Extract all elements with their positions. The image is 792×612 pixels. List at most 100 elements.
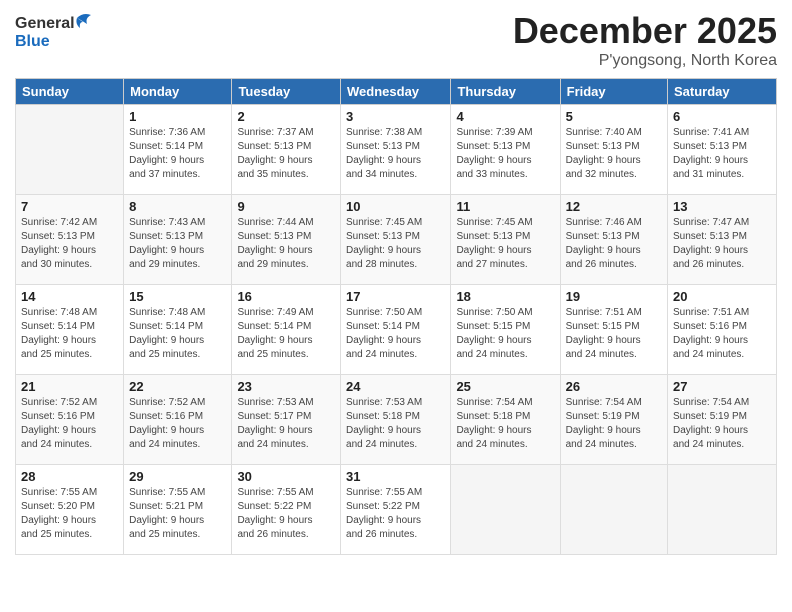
- day-number: 14: [21, 289, 118, 304]
- day-number: 13: [673, 199, 771, 214]
- day-info: Sunrise: 7:42 AM Sunset: 5:13 PM Dayligh…: [21, 216, 118, 272]
- day-number: 29: [129, 469, 226, 484]
- day-info: Sunrise: 7:48 AM Sunset: 5:14 PM Dayligh…: [129, 306, 226, 362]
- calendar-day-cell: 24 Sunrise: 7:53 AM Sunset: 5:18 PM Dayli…: [341, 375, 451, 465]
- day-number: 11: [456, 199, 554, 214]
- calendar-day-cell: 28Sunrise: 7:55 AM Sunset: 5:20 PM Dayli…: [16, 465, 124, 555]
- calendar-day-cell: [451, 465, 560, 555]
- day-number: 26: [566, 379, 662, 394]
- calendar-day-cell: 25Sunrise: 7:54 AM Sunset: 5:18 PM Dayli…: [451, 375, 560, 465]
- day-number: 6: [673, 109, 771, 124]
- day-info: Sunrise: 7:38 AM Sunset: 5:13 PM Dayligh…: [346, 126, 445, 182]
- calendar-day-cell: 29 Sunrise: 7:55 AM Sunset: 5:21 PM Dayli…: [124, 465, 232, 555]
- calendar-day-cell: [560, 465, 667, 555]
- calendar-day-cell: 9 Sunrise: 7:44 AM Sunset: 5:13 PM Daylig…: [232, 195, 341, 285]
- day-info: Sunrise: 7:49 AM Sunset: 5:14 PM Dayligh…: [237, 306, 335, 362]
- day-number: 27: [673, 379, 771, 394]
- calendar-day-cell: 19 Sunrise: 7:51 AM Sunset: 5:15 PM Dayli…: [560, 285, 667, 375]
- calendar-day-cell: 2 Sunrise: 7:37 AM Sunset: 5:13 PM Daylig…: [232, 105, 341, 195]
- day-info: Sunrise: 7:51 AM Sunset: 5:15 PM Dayligh…: [566, 306, 662, 362]
- calendar-day-cell: [16, 105, 124, 195]
- day-number: 4: [456, 109, 554, 124]
- day-number: 20: [673, 289, 771, 304]
- day-number: 8: [129, 199, 226, 214]
- day-number: 3: [346, 109, 445, 124]
- calendar-day-cell: 8 Sunrise: 7:43 AM Sunset: 5:13 PM Daylig…: [124, 195, 232, 285]
- day-number: 12: [566, 199, 662, 214]
- day-number: 10: [346, 199, 445, 214]
- day-info: Sunrise: 7:39 AM Sunset: 5:13 PM Dayligh…: [456, 126, 554, 182]
- location-subtitle: P'yongsong, North Korea: [513, 52, 777, 70]
- day-info: Sunrise: 7:54 AM Sunset: 5:19 PM Dayligh…: [673, 396, 771, 452]
- day-number: 5: [566, 109, 662, 124]
- calendar-day-cell: 6 Sunrise: 7:41 AM Sunset: 5:13 PM Daylig…: [668, 105, 777, 195]
- month-title: December 2025: [513, 10, 777, 52]
- calendar-day-header: Sunday: [16, 79, 124, 105]
- calendar-day-cell: 15Sunrise: 7:48 AM Sunset: 5:14 PM Dayli…: [124, 285, 232, 375]
- day-number: 9: [237, 199, 335, 214]
- day-number: 7: [21, 199, 118, 214]
- day-number: 31: [346, 469, 445, 484]
- logo-svg: General Blue: [15, 10, 95, 52]
- day-number: 16: [237, 289, 335, 304]
- calendar-day-cell: 12Sunrise: 7:46 AM Sunset: 5:13 PM Dayli…: [560, 195, 667, 285]
- calendar-day-cell: 16 Sunrise: 7:49 AM Sunset: 5:14 PM Dayli…: [232, 285, 341, 375]
- day-info: Sunrise: 7:50 AM Sunset: 5:14 PM Dayligh…: [346, 306, 445, 362]
- day-info: Sunrise: 7:52 AM Sunset: 5:16 PM Dayligh…: [21, 396, 118, 452]
- day-number: 23: [237, 379, 335, 394]
- day-info: Sunrise: 7:54 AM Sunset: 5:18 PM Dayligh…: [456, 396, 554, 452]
- day-info: Sunrise: 7:50 AM Sunset: 5:15 PM Dayligh…: [456, 306, 554, 362]
- day-info: Sunrise: 7:43 AM Sunset: 5:13 PM Dayligh…: [129, 216, 226, 272]
- calendar-day-cell: 31 Sunrise: 7:55 AM Sunset: 5:22 PM Dayli…: [341, 465, 451, 555]
- calendar-day-header: Monday: [124, 79, 232, 105]
- calendar-day-cell: 14 Sunrise: 7:48 AM Sunset: 5:14 PM Dayli…: [16, 285, 124, 375]
- day-number: 30: [237, 469, 335, 484]
- svg-text:Blue: Blue: [15, 33, 50, 50]
- day-number: 19: [566, 289, 662, 304]
- calendar-day-header: Tuesday: [232, 79, 341, 105]
- calendar-week-row: 21 Sunrise: 7:52 AM Sunset: 5:16 PM Dayli…: [16, 375, 777, 465]
- calendar-week-row: 1Sunrise: 7:36 AM Sunset: 5:14 PM Daylig…: [16, 105, 777, 195]
- day-info: Sunrise: 7:37 AM Sunset: 5:13 PM Dayligh…: [237, 126, 335, 182]
- day-info: Sunrise: 7:55 AM Sunset: 5:21 PM Dayligh…: [129, 486, 226, 542]
- day-info: Sunrise: 7:48 AM Sunset: 5:14 PM Dayligh…: [21, 306, 118, 362]
- calendar-day-cell: 5Sunrise: 7:40 AM Sunset: 5:13 PM Daylig…: [560, 105, 667, 195]
- calendar-day-cell: 3 Sunrise: 7:38 AM Sunset: 5:13 PM Daylig…: [341, 105, 451, 195]
- calendar-day-header: Thursday: [451, 79, 560, 105]
- calendar-day-cell: 17Sunrise: 7:50 AM Sunset: 5:14 PM Dayli…: [341, 285, 451, 375]
- day-number: 21: [21, 379, 118, 394]
- day-number: 22: [129, 379, 226, 394]
- day-info: Sunrise: 7:41 AM Sunset: 5:13 PM Dayligh…: [673, 126, 771, 182]
- calendar-day-cell: 23Sunrise: 7:53 AM Sunset: 5:17 PM Dayli…: [232, 375, 341, 465]
- calendar-day-cell: 13 Sunrise: 7:47 AM Sunset: 5:13 PM Dayli…: [668, 195, 777, 285]
- day-info: Sunrise: 7:44 AM Sunset: 5:13 PM Dayligh…: [237, 216, 335, 272]
- calendar-day-cell: 7 Sunrise: 7:42 AM Sunset: 5:13 PM Daylig…: [16, 195, 124, 285]
- day-number: 24: [346, 379, 445, 394]
- day-info: Sunrise: 7:55 AM Sunset: 5:22 PM Dayligh…: [237, 486, 335, 542]
- calendar-day-header: Wednesday: [341, 79, 451, 105]
- day-number: 2: [237, 109, 335, 124]
- calendar-day-cell: 26 Sunrise: 7:54 AM Sunset: 5:19 PM Dayli…: [560, 375, 667, 465]
- day-number: 18: [456, 289, 554, 304]
- day-info: Sunrise: 7:55 AM Sunset: 5:22 PM Dayligh…: [346, 486, 445, 542]
- day-info: Sunrise: 7:54 AM Sunset: 5:19 PM Dayligh…: [566, 396, 662, 452]
- calendar-week-row: 28Sunrise: 7:55 AM Sunset: 5:20 PM Dayli…: [16, 465, 777, 555]
- calendar-day-cell: 18 Sunrise: 7:50 AM Sunset: 5:15 PM Dayli…: [451, 285, 560, 375]
- calendar-day-cell: 11Sunrise: 7:45 AM Sunset: 5:13 PM Dayli…: [451, 195, 560, 285]
- calendar-day-header: Friday: [560, 79, 667, 105]
- day-info: Sunrise: 7:47 AM Sunset: 5:13 PM Dayligh…: [673, 216, 771, 272]
- logo: General Blue: [15, 10, 95, 52]
- day-info: Sunrise: 7:53 AM Sunset: 5:18 PM Dayligh…: [346, 396, 445, 452]
- day-info: Sunrise: 7:55 AM Sunset: 5:20 PM Dayligh…: [21, 486, 118, 542]
- svg-text:General: General: [15, 15, 75, 32]
- day-number: 1: [129, 109, 226, 124]
- calendar-day-cell: 22 Sunrise: 7:52 AM Sunset: 5:16 PM Dayli…: [124, 375, 232, 465]
- calendar-day-cell: 27 Sunrise: 7:54 AM Sunset: 5:19 PM Dayli…: [668, 375, 777, 465]
- day-info: Sunrise: 7:52 AM Sunset: 5:16 PM Dayligh…: [129, 396, 226, 452]
- calendar-day-cell: [668, 465, 777, 555]
- calendar-table: SundayMondayTuesdayWednesdayThursdayFrid…: [15, 78, 777, 555]
- calendar-week-row: 7 Sunrise: 7:42 AM Sunset: 5:13 PM Daylig…: [16, 195, 777, 285]
- calendar-day-cell: 1Sunrise: 7:36 AM Sunset: 5:14 PM Daylig…: [124, 105, 232, 195]
- day-info: Sunrise: 7:45 AM Sunset: 5:13 PM Dayligh…: [346, 216, 445, 272]
- calendar-day-cell: 4 Sunrise: 7:39 AM Sunset: 5:13 PM Daylig…: [451, 105, 560, 195]
